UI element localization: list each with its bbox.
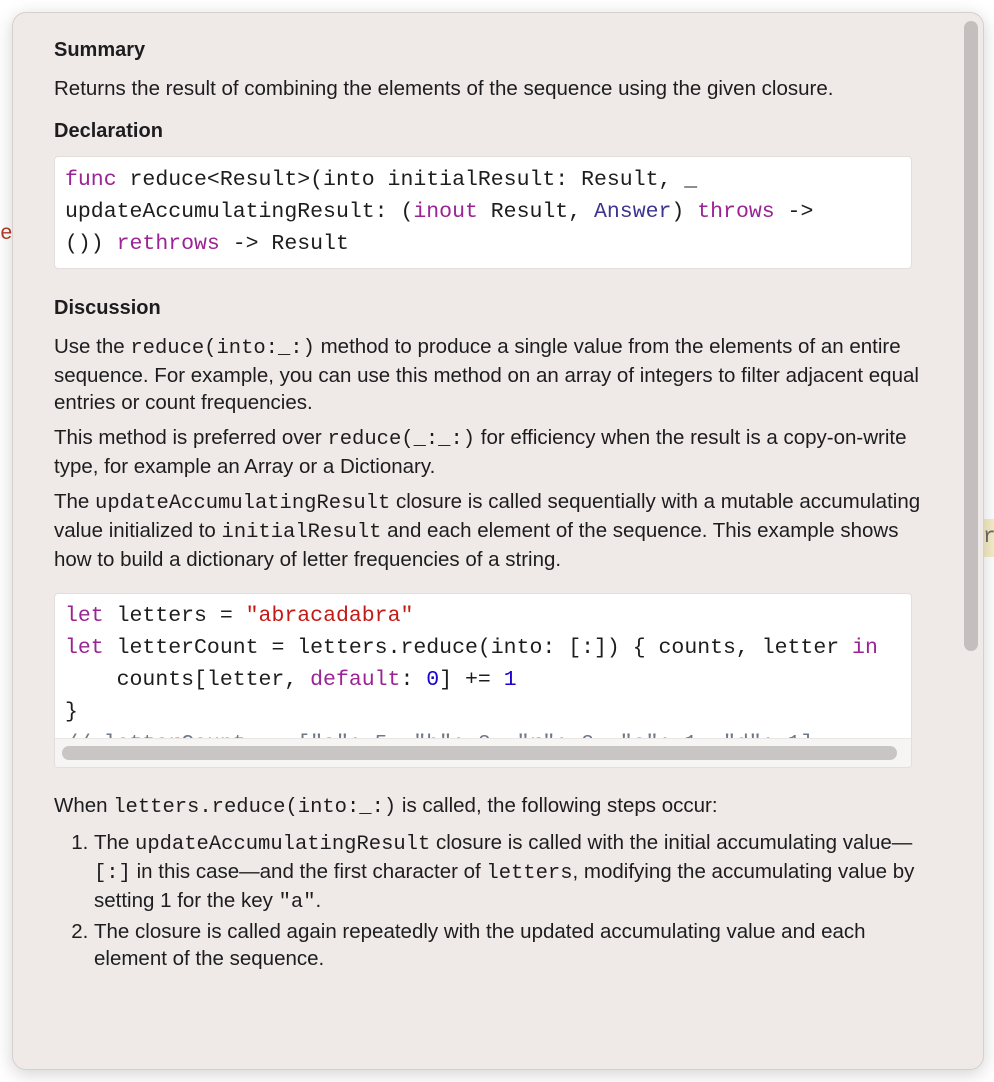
discussion-paragraph-3: The updateAccumulatingResult closure is …	[54, 490, 921, 571]
steps-list: The updateAccumulatingResult closure is …	[54, 829, 924, 972]
declaration-code: func reduce<Result>(into initialResult: …	[54, 156, 912, 269]
code-line: let letters = "abracadabra"	[65, 604, 414, 628]
background-code-fragment: e	[0, 223, 13, 246]
steps-intro: When letters.reduce(into:_:) is called, …	[54, 794, 718, 819]
list-item: The updateAccumulatingResult closure is …	[94, 829, 924, 916]
horizontal-scrollbar-thumb[interactable]	[62, 746, 897, 760]
discussion-paragraph-2: This method is preferred over reduce(_:_…	[54, 426, 907, 478]
vertical-scrollbar-thumb[interactable]	[964, 21, 978, 651]
screen: e r Summary Returns the result of combin…	[0, 0, 994, 1082]
background-highlight-fragment: r	[983, 519, 994, 557]
declaration-section: Declaration func reduce<Result>(into ini…	[54, 116, 924, 269]
code-line: counts[letter, default: 0] += 1	[65, 668, 517, 692]
code-line: let letterCount = letters.reduce(into: […	[65, 636, 878, 660]
list-item: The closure is called again repeatedly w…	[94, 918, 924, 972]
example-code-block[interactable]: let letters = "abracadabra" let letterCou…	[54, 593, 912, 768]
declaration-heading: Declaration	[54, 120, 163, 142]
summary-text: Returns the result of combining the elem…	[54, 77, 834, 100]
discussion-heading: Discussion	[54, 297, 161, 319]
quick-help-content: Summary Returns the result of combining …	[54, 35, 924, 974]
quick-help-popover: Summary Returns the result of combining …	[12, 12, 984, 1070]
discussion-paragraph-1: Use the reduce(into:_:) method to produc…	[54, 335, 919, 414]
summary-heading: Summary	[54, 39, 146, 61]
code-line: }	[65, 700, 78, 724]
summary-section: Summary Returns the result of combining …	[54, 35, 924, 102]
horizontal-scrollbar[interactable]	[55, 738, 911, 767]
discussion-section: Discussion Use the reduce(into:_:) metho…	[54, 293, 924, 972]
